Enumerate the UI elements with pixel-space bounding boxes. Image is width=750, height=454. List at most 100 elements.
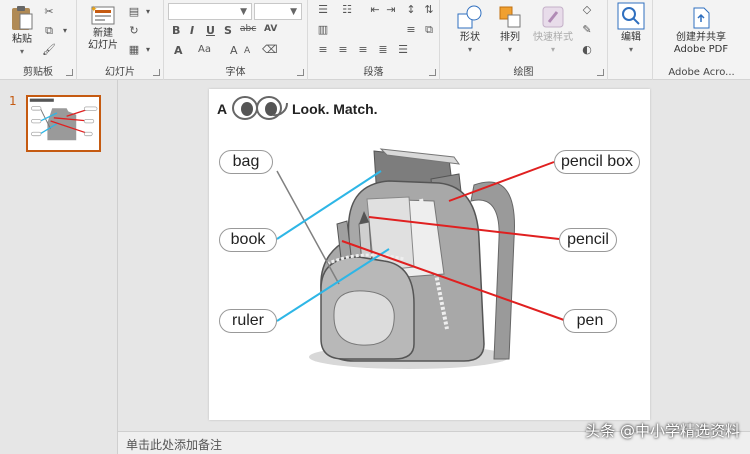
slide-number: 1 — [9, 94, 17, 108]
justify-icon[interactable]: ≣ — [376, 44, 390, 56]
title-prefix: A — [217, 101, 228, 117]
smartart-icon[interactable]: ⧉ — [422, 24, 436, 36]
font-name-dropdown[interactable]: ▼ — [168, 3, 252, 20]
quick-styles-label: 快速样式 — [533, 32, 573, 43]
clipboard-group-label: 剪贴板 — [23, 67, 53, 78]
reset-icon[interactable]: ↻ — [127, 25, 141, 37]
shape-effects-icon[interactable]: ◐ — [580, 44, 594, 56]
create-share-label-1: 创建并共享 — [676, 32, 726, 43]
look-eyes-icon — [232, 96, 289, 120]
paste-label: 粘贴 — [12, 34, 32, 45]
shape-outline-icon[interactable]: ✎ — [580, 24, 594, 36]
pocket-patch — [333, 290, 395, 346]
increase-indent-icon[interactable]: ⇥ — [384, 4, 398, 16]
line-spacing-icon[interactable]: ↕ — [404, 4, 418, 16]
new-slide-icon: ✦ — [90, 5, 115, 25]
align-left-icon[interactable]: ≡ — [316, 44, 330, 56]
text-direction-icon[interactable]: ⇅ — [422, 4, 436, 16]
watermark: 头条 @中小学精选资料 — [585, 422, 740, 440]
paragraph-group-label: 段落 — [363, 67, 384, 78]
clear-format-icon[interactable]: ⌫ — [262, 44, 278, 56]
label-pencil[interactable]: pencil — [559, 228, 617, 252]
layout-icon[interactable]: ▤ — [127, 6, 141, 18]
new-slide-label-1: 新建 — [93, 28, 113, 39]
shapes-button[interactable]: 形状 ▾ — [452, 4, 488, 56]
copy-icon[interactable]: ⧉ — [42, 25, 56, 37]
slides-group: ✦ 新建 幻灯片 ▤ ↻ ▦ ▾ ▾ 幻灯片 — [77, 0, 164, 80]
shapes-icon — [457, 5, 482, 29]
slide-title: Look. Match. — [292, 101, 378, 117]
label-pencil-box[interactable]: pencil box — [554, 150, 640, 174]
label-ruler[interactable]: ruler — [219, 309, 277, 333]
quick-styles-button[interactable]: 快速样式 ▾ — [528, 4, 578, 56]
columns-icon[interactable]: ▥ — [316, 24, 330, 36]
decrease-indent-icon[interactable]: ⇤ — [368, 4, 382, 16]
drawing-launcher-icon[interactable] — [597, 69, 604, 76]
align-text-icon[interactable]: ≡ — [404, 24, 418, 36]
char-spacing-button[interactable]: AV — [264, 24, 277, 34]
font-group: ▼ ▼ B I U S abc AV A Aa A A ⌫ 字体 — [164, 0, 308, 80]
layout-dropdown-icon[interactable]: ▾ — [141, 6, 155, 18]
ribbon: 粘贴 ▾ ✂ ⧉ 🖌 ▾ 剪贴板 ✦ 新建 幻灯片 ▤ ↻ ▦ ▾ ▾ 幻灯片 … — [0, 0, 750, 80]
font-launcher-icon[interactable] — [297, 69, 304, 76]
thumbnail-preview — [28, 97, 99, 150]
align-center-icon[interactable]: ≡ — [336, 44, 350, 56]
new-slide-label-2: 幻灯片 — [88, 40, 118, 51]
clipboard-launcher-icon[interactable] — [66, 69, 73, 76]
edit-button[interactable]: 编辑 ▾ — [614, 2, 648, 56]
font-color-button[interactable]: A — [174, 44, 183, 57]
clipboard-group: 粘贴 ▾ ✂ ⧉ 🖌 ▾ 剪贴板 — [0, 0, 77, 80]
change-case-button[interactable]: Aa — [198, 44, 211, 55]
shapes-label: 形状 — [460, 32, 480, 43]
backpack-illustration — [232, 96, 565, 369]
quick-styles-icon — [542, 6, 564, 28]
find-icon — [617, 2, 645, 30]
create-share-label-2: Adobe PDF — [673, 44, 729, 55]
new-slide-button[interactable]: ✦ 新建 幻灯片 — [83, 4, 123, 52]
numbering-icon[interactable]: ☷ — [340, 4, 354, 16]
paragraph-launcher-icon[interactable] — [429, 69, 436, 76]
distributed-icon[interactable]: ☰ — [396, 44, 410, 56]
underline-button[interactable]: U — [206, 24, 215, 37]
powerpoint-window: 粘贴 ▾ ✂ ⧉ 🖌 ▾ 剪贴板 ✦ 新建 幻灯片 ▤ ↻ ▦ ▾ ▾ 幻灯片 … — [0, 0, 750, 454]
label-bag[interactable]: bag — [219, 150, 273, 174]
label-pen[interactable]: pen — [563, 309, 617, 333]
grow-font-button[interactable]: A — [230, 44, 238, 57]
label-book[interactable]: book — [219, 228, 277, 252]
font-size-dropdown[interactable]: ▼ — [254, 3, 302, 20]
strikethrough-button[interactable]: abc — [240, 24, 256, 34]
line-bag — [276, 170, 340, 285]
copy-dropdown-icon[interactable]: ▾ — [58, 25, 72, 37]
adobe-group-label: Adobe Acro... — [668, 67, 735, 78]
bold-button[interactable]: B — [172, 24, 180, 37]
drawing-group: 形状 ▾ 排列 ▾ 快速样式 ▾ ◇ ✎ ◐ 绘图 — [440, 0, 608, 80]
adobe-group: 创建并共享 Adobe PDF Adobe Acro... — [653, 0, 750, 80]
pdf-share-icon — [693, 7, 710, 29]
arrange-label: 排列 — [500, 32, 520, 43]
notes-placeholder: 单击此处添加备注 — [126, 438, 223, 452]
shrink-font-button[interactable]: A — [244, 46, 250, 56]
bullets-icon[interactable]: ☰ — [316, 4, 330, 16]
cut-icon[interactable]: ✂ — [42, 6, 56, 18]
drawing-group-label: 绘图 — [513, 67, 534, 78]
arrange-icon — [499, 6, 521, 28]
align-right-icon[interactable]: ≡ — [356, 44, 370, 56]
italic-button[interactable]: I — [190, 24, 194, 37]
create-share-pdf-button[interactable]: 创建并共享 Adobe PDF — [657, 6, 745, 56]
slides-group-label: 幻灯片 — [105, 67, 135, 78]
shape-fill-icon[interactable]: ◇ — [580, 4, 594, 16]
svg-text:✦: ✦ — [90, 5, 98, 15]
edit-label: 编辑 — [621, 32, 641, 43]
slides-launcher-icon[interactable] — [153, 69, 160, 76]
arrange-button[interactable]: 排列 ▾ — [492, 4, 528, 56]
section-dropdown-icon[interactable]: ▾ — [141, 44, 155, 56]
editing-group: 编辑 ▾ — [608, 0, 653, 80]
slide-thumbnail[interactable] — [26, 95, 101, 152]
format-painter-icon[interactable]: 🖌 — [42, 44, 56, 56]
shadow-button[interactable]: S — [224, 24, 232, 37]
font-group-label: 字体 — [225, 67, 246, 78]
slide-canvas[interactable]: A Look. Match. bag book ruler pencil box… — [209, 89, 650, 420]
paste-icon — [12, 6, 33, 30]
paste-button[interactable]: 粘贴 ▾ — [6, 4, 38, 58]
section-icon[interactable]: ▦ — [127, 44, 141, 56]
